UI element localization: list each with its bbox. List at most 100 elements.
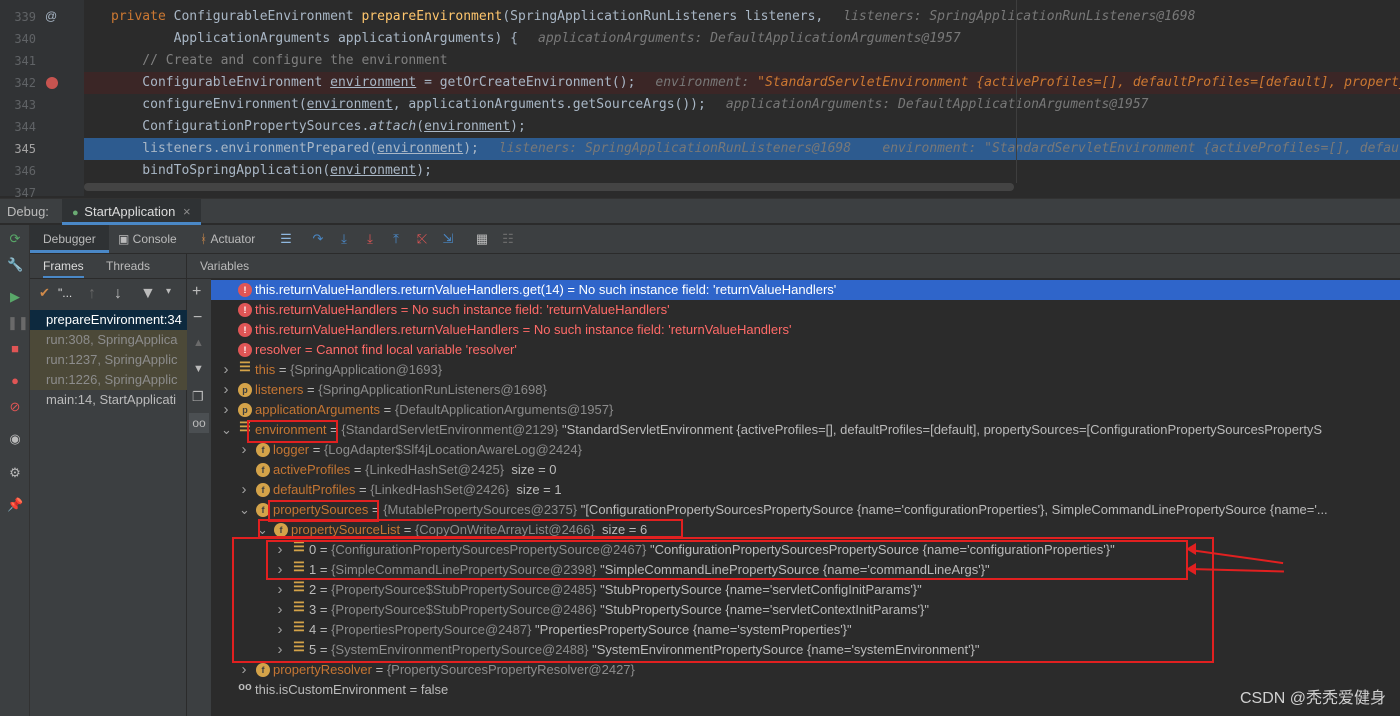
watches-toggle-icon[interactable]: oo bbox=[189, 413, 209, 433]
code-editor[interactable]: 339 @ private ConfigurableEnvironment prep… bbox=[0, 0, 1400, 200]
code-line[interactable]: ConfigurableEnvironment environment = ge… bbox=[84, 72, 1400, 94]
variable-row[interactable]: ! this.returnValueHandlers = No such inst… bbox=[211, 300, 1400, 320]
pin-icon[interactable]: 📌 bbox=[7, 497, 23, 513]
variable-row[interactable]: › f logger = {LogAdapter$Slf4jLocationAwar… bbox=[211, 440, 1400, 460]
variable-row[interactable]: ⌄ f propertySources = {MutablePropertySour… bbox=[211, 500, 1400, 520]
resume-icon[interactable]: ▶ bbox=[7, 289, 23, 305]
code-line[interactable]: listeners.environmentPrepared(environmen… bbox=[84, 138, 1400, 160]
code-token: ConfigurationPropertySources. bbox=[111, 119, 370, 134]
debug-label: Debug: bbox=[7, 204, 49, 219]
chevron-right-icon[interactable]: › bbox=[239, 660, 249, 680]
override-marker-icon[interactable]: @ bbox=[45, 9, 57, 23]
line-number: 340 bbox=[14, 32, 36, 46]
inline-value-hint: listeners: SpringApplicationRunListeners… bbox=[498, 141, 1400, 156]
remove-watch-icon[interactable]: − bbox=[193, 309, 202, 327]
chevron-right-icon[interactable]: › bbox=[239, 440, 249, 460]
tab-debugger[interactable]: Debugger bbox=[30, 225, 109, 253]
move-up-icon[interactable]: ▲ bbox=[193, 337, 204, 349]
chevron-right-icon[interactable]: › bbox=[221, 400, 231, 420]
variable-row[interactable]: ! this.returnValueHandlers.returnValueHan… bbox=[211, 320, 1400, 340]
gear-icon[interactable]: ⚙ bbox=[7, 465, 23, 481]
frame-item[interactable]: main:14, StartApplicati bbox=[30, 390, 187, 410]
code-line[interactable]: bindToSpringApplication(environment); bbox=[84, 160, 1400, 182]
variable-row[interactable]: › p listeners = {SpringApplicationRunListe… bbox=[211, 380, 1400, 400]
chevron-down-icon[interactable]: ▾ bbox=[166, 286, 171, 297]
drop-frame-icon[interactable]: ⤪ bbox=[414, 231, 430, 247]
variable-type: {DefaultApplicationArguments@1957} bbox=[394, 402, 614, 417]
camera-icon[interactable]: ◉ bbox=[7, 431, 23, 447]
variable-row[interactable]: › f propertyResolver = {PropertySourcesPro… bbox=[211, 660, 1400, 680]
frame-item[interactable]: run:308, SpringApplica bbox=[30, 330, 187, 350]
error-icon: ! bbox=[238, 323, 252, 337]
variable-name: applicationArguments bbox=[255, 402, 381, 417]
variable-row[interactable]: › p applicationArguments = {DefaultApplica… bbox=[211, 400, 1400, 420]
code-line[interactable]: configureEnvironment(environment, applic… bbox=[84, 94, 1400, 116]
trace-icon[interactable]: ☷ bbox=[500, 231, 516, 247]
frame-item[interactable]: run:1226, SpringApplic bbox=[30, 370, 187, 390]
stop-icon[interactable]: ■ bbox=[7, 341, 23, 357]
layout-menu-icon[interactable]: ☰ bbox=[278, 231, 294, 247]
code-line[interactable]: // Create and configure the environment bbox=[84, 50, 1400, 72]
tab-frames[interactable]: Frames bbox=[43, 259, 84, 278]
frame-item[interactable]: prepareEnvironment:34 bbox=[30, 310, 187, 330]
code-line[interactable]: ApplicationArguments applicationArgument… bbox=[84, 28, 1400, 50]
variable-name: propertyResolver bbox=[273, 662, 372, 677]
chevron-down-icon[interactable]: ⌄ bbox=[221, 420, 232, 440]
variable-row[interactable]: › f defaultProfiles = {LinkedHashSet@2426}… bbox=[211, 480, 1400, 500]
variable-row[interactable]: oo this.isCustomEnvironment = false bbox=[211, 680, 1400, 700]
tab-console[interactable]: ▣ Console bbox=[118, 225, 177, 253]
chevron-right-icon[interactable]: › bbox=[221, 360, 231, 380]
breakpoint-icon[interactable] bbox=[46, 77, 58, 89]
thread-selector[interactable]: "... bbox=[58, 286, 72, 300]
step-into-icon[interactable]: ⤓ bbox=[362, 231, 378, 247]
down-arrow-icon[interactable]: ↓ bbox=[114, 285, 122, 303]
add-watch-icon[interactable]: + bbox=[192, 283, 201, 301]
variable-value: false bbox=[420, 682, 449, 697]
variable-row[interactable]: ⌄ ☰ environment = {StandardServletEnvironm… bbox=[211, 420, 1400, 440]
field-icon: f bbox=[256, 663, 270, 677]
code-token: bindToSpringApplication( bbox=[111, 163, 331, 178]
line-number: 346 bbox=[14, 164, 36, 178]
tab-threads[interactable]: Threads bbox=[106, 259, 150, 273]
close-icon[interactable]: × bbox=[183, 204, 191, 219]
mute-breakpoints-icon[interactable]: ⊘ bbox=[7, 399, 23, 415]
evaluate-expression-icon[interactable]: ▦ bbox=[474, 231, 490, 247]
inline-value-hint: "StandardServletEnvironment {activeProfi… bbox=[757, 75, 1400, 90]
checkmark-icon[interactable]: ✔ bbox=[39, 285, 50, 301]
variable-row[interactable]: › ☰ this = {SpringApplication@1693} bbox=[211, 360, 1400, 380]
frame-item[interactable]: run:1237, SpringApplic bbox=[30, 350, 187, 370]
variable-row[interactable]: ! resolver = Cannot find local variable '… bbox=[211, 340, 1400, 360]
code-token: ); bbox=[416, 163, 432, 178]
variable-type: {LogAdapter$Slf4jLocationAwareLog@2424} bbox=[323, 442, 582, 457]
move-down-icon[interactable]: ▼ bbox=[193, 363, 204, 375]
annotation-box-propertysourcelist bbox=[258, 519, 683, 538]
run-to-cursor-icon[interactable]: ⇲ bbox=[440, 231, 456, 247]
session-tab-label: StartApplication bbox=[84, 204, 176, 219]
step-over-icon[interactable]: ⤓ bbox=[336, 231, 352, 247]
rerun-icon[interactable]: ⟳ bbox=[7, 231, 23, 247]
pause-icon[interactable]: ❚❚ bbox=[7, 315, 29, 331]
chevron-right-icon[interactable]: › bbox=[221, 380, 231, 400]
field-icon: f bbox=[256, 463, 270, 477]
copy-icon[interactable]: ❐ bbox=[192, 389, 204, 405]
filter-icon[interactable]: ▼ bbox=[140, 285, 156, 303]
code-line[interactable]: ConfigurationPropertySources.attach(envi… bbox=[84, 116, 1400, 138]
horizontal-scrollbar[interactable] bbox=[84, 183, 1014, 191]
code-token: , applicationArguments.getSourceArgs()); bbox=[392, 97, 706, 112]
code-line[interactable]: private ConfigurableEnvironment prepareE… bbox=[84, 6, 1400, 28]
variable-row[interactable]: ! this.returnValueHandlers.returnValueHan… bbox=[211, 280, 1400, 300]
chevron-down-icon[interactable]: ⌄ bbox=[239, 500, 250, 520]
show-execution-point-icon[interactable]: ↷ bbox=[310, 231, 326, 247]
step-out-icon[interactable]: ⤒ bbox=[388, 231, 404, 247]
up-arrow-icon[interactable]: ↑ bbox=[88, 285, 96, 303]
variable-value: size = 0 bbox=[504, 462, 557, 477]
tab-actuator[interactable]: ᚼ Actuator bbox=[200, 225, 255, 253]
variable-row[interactable]: f activeProfiles = {LinkedHashSet@2425} s… bbox=[211, 460, 1400, 480]
chevron-right-icon[interactable]: › bbox=[239, 480, 249, 500]
session-tab-startapplication[interactable]: ● StartApplication × bbox=[62, 199, 201, 225]
code-token: environment bbox=[377, 141, 464, 156]
code-token: environment bbox=[330, 163, 417, 178]
equals-sign: = bbox=[275, 362, 291, 377]
settings-wrench-icon[interactable]: 🔧 bbox=[7, 257, 23, 273]
view-breakpoints-icon[interactable]: ● bbox=[7, 373, 23, 389]
